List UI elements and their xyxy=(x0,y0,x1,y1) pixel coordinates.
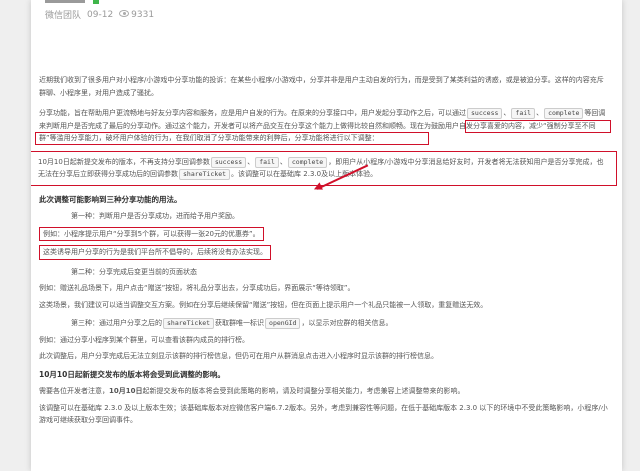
paragraph-share-function: 分享功能，旨在帮助用户更流畅地与好友分享内容和服务，应是用户自发的行为。在原来的… xyxy=(35,107,611,145)
case-one-heading: 第一种：判断用户是否分享成功，进而给予用户奖励。 xyxy=(71,212,239,220)
code-shareticket: shareTicket xyxy=(179,169,231,180)
highlight-box xyxy=(465,120,611,133)
title-fragment xyxy=(45,0,85,3)
explanation-text: 此次调整后，用户分享完成后无法立刻显示该群的排行榜信息，但仍可在用户从群消息点击… xyxy=(39,352,438,360)
code-opengid: openGId xyxy=(265,318,301,329)
views-count: 9331 xyxy=(119,9,154,20)
example-text: 例如：小程序提示用户“分享到5个群，可以获得一张20元的优惠券”。 xyxy=(39,226,609,241)
code-complete: complete xyxy=(544,108,584,119)
paragraph-intro: 近期我们收到了很多用户对小程序/小游戏中分享功能的投诉：在某些小程序/小游戏中，… xyxy=(39,76,604,97)
code-success: success xyxy=(467,108,503,119)
eye-icon xyxy=(119,9,130,17)
code-success: success xyxy=(210,156,247,168)
article-body: 近期我们收到了很多用户对小程序/小游戏中分享功能的投诉：在某些小程序/小游戏中，… xyxy=(31,74,617,427)
code-fail: fail xyxy=(255,156,279,168)
author[interactable]: 微信团队 xyxy=(45,8,81,21)
code-complete: complete xyxy=(287,156,328,168)
section-heading: 10月10日起新提交发布的版本将会受到此调整的影响。 xyxy=(39,369,225,379)
case-two-heading: 第二种：分享完成后变更当前的页面状态 xyxy=(71,267,197,276)
original-badge xyxy=(93,0,99,4)
article-page: 微信团队 09-12 9331 近期我们收到了很多用户对小程序/小游戏中分享功能… xyxy=(31,0,622,471)
highlight-box xyxy=(35,132,429,145)
example-text: 例如：通过分享小程序到某个群里，可以查看该群内成员的排行榜。 xyxy=(39,335,249,344)
key-change-callout: 10月10日起新提交发布的版本，不再支持分享回调参数 success、 fail、 c… xyxy=(31,150,617,186)
code-fail: fail xyxy=(511,108,536,119)
code-shareticket: shareTicket xyxy=(163,318,215,329)
example-text: 这类诱导用户分享的行为是我们平台所不倡导的，后续将没有办法实现。 xyxy=(39,245,609,260)
paragraph-compat: 该调整可以在基础库 2.3.0 及以上版本生效；该基础库版本对应微信客户端6.7… xyxy=(39,403,608,425)
article-meta: 微信团队 09-12 9331 xyxy=(45,8,154,21)
example-text: 例如：赠送礼品场景下，用户点击“赠送”按钮，将礼品分享出去，分享成功后，界面展示… xyxy=(39,284,355,292)
section-heading: 此次调整可能影响到三种分享功能的用法。 xyxy=(39,194,182,204)
publish-date: 09-12 xyxy=(87,9,114,20)
case-three-heading: 第三种：通过用户分享之后的 shareTicket 获取群唯一标识 openGId ，以… xyxy=(71,318,393,329)
paragraph-notice: 需要各位开发者注意，10月10日起新提交发布的版本将会受到此策略的影响，请及时调… xyxy=(39,387,465,395)
suggestion-text: 这类场景，我们建议可以适当调整交互方案。例如在分享后继续保留“赠送”按钮，但在页… xyxy=(39,300,488,309)
